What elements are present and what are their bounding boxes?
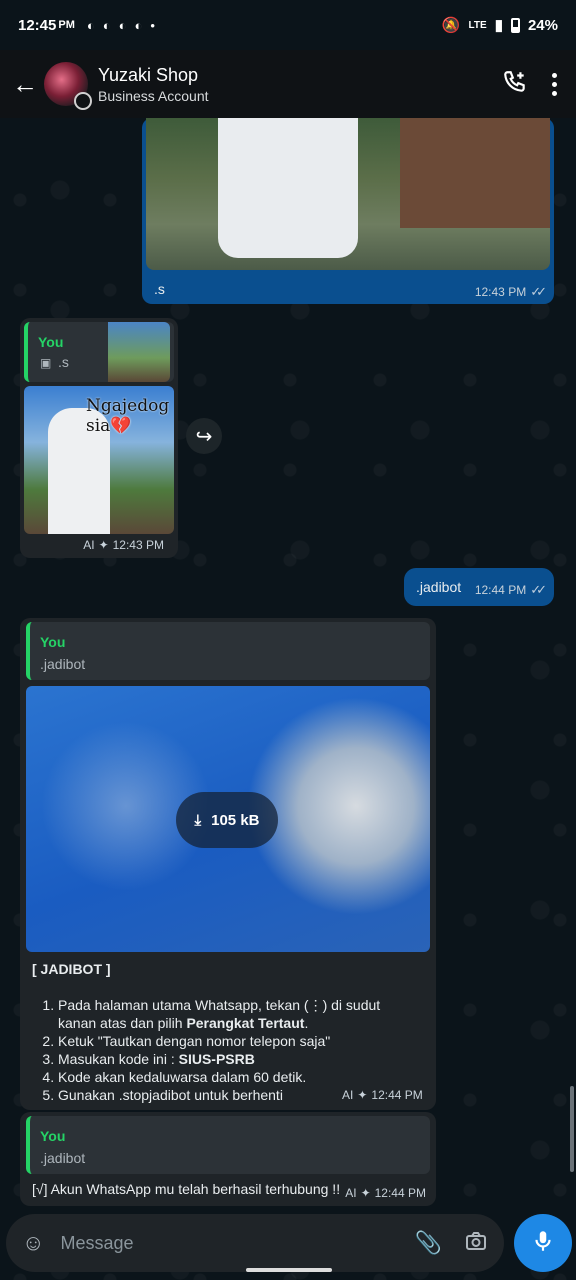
quote-text: .jadibot [40,656,86,672]
contact-info[interactable]: Yuzaki Shop Business Account [98,65,209,104]
message-bubble-incoming[interactable]: You .jadibot [√] Akun WhatsApp mu telah … [20,1112,436,1206]
status-bar: 12:45 PM ◐ ◐ ◐ ◐ • 🔕 LTE ▮ 24% [0,0,576,50]
step-text: Kode akan kedaluwarsa dalam 60 detik. [58,1069,307,1085]
step-text: Gunakan .stopjadibot untuk berhenti [58,1087,283,1103]
status-time: 12:45 [18,16,57,34]
ai-sparkle-icon: ✦ [357,1088,368,1102]
read-ticks-icon: ✓✓ [530,284,547,299]
message-bubble-incoming[interactable]: You ▣ .s Ngajedog sia💔 AI ✦ 12:43 PM [20,318,178,558]
step-text: . [304,1015,309,1031]
sticker-icon[interactable]: ☺ [22,1230,44,1256]
forward-icon[interactable]: ↪ [186,418,222,454]
quote-author: You [38,334,64,350]
network-label: LTE [468,19,487,31]
message-text: [√] Akun WhatsApp mu telah berhasil terh… [32,1181,341,1197]
download-button[interactable]: ⤓ 105 kB [176,792,278,848]
ai-label: AI [83,538,95,552]
instruction-step: Ketuk "Tautkan dengan nomor telepon saja… [58,1032,418,1050]
attach-icon[interactable]: 📎 [415,1230,442,1256]
message-time: 12:44 PM [371,1088,423,1102]
step-text: Ketuk "Tautkan dengan nomor telepon saja… [58,1033,331,1049]
home-indicator [246,1268,332,1272]
ai-sparkle-icon: ✦ [98,538,109,552]
discord-icon: ◐ [86,17,95,33]
message-text: .jadibot [416,579,462,595]
discord-icon: ◐ [118,17,127,33]
message-input[interactable]: Message [60,1233,414,1254]
message-image[interactable]: Ngajedog sia💔 [24,386,174,534]
download-icon: ⤓ [194,811,202,829]
step-bold-text: SIUS-PSRB [178,1051,255,1067]
camera-icon[interactable] [464,1229,488,1258]
image-overlay-text: Ngajedog sia💔 [86,396,170,436]
quote-author: You [40,1128,66,1144]
download-size: 105 kB [211,811,260,829]
avatar[interactable] [44,62,92,110]
step-bold-text: Perangkat Tertaut [186,1015,305,1031]
more-options-icon[interactable] [552,72,558,96]
signal-icon: ▮ [494,17,503,34]
quote-thumbnail [108,322,170,382]
ai-label: AI [345,1186,357,1200]
quote-text: .s [58,354,69,370]
quoted-message[interactable]: You ▣ .s [24,322,174,382]
step-text: Masukan kode ini : [58,1051,179,1067]
status-badge [74,92,92,110]
message-bubble-outgoing[interactable]: .jadibot 12:44 PM ✓✓ [404,568,554,606]
back-arrow-icon[interactable]: ← [12,69,38,100]
image-person [218,118,358,258]
image-caption: .s [154,281,165,297]
contact-name: Yuzaki Shop [98,64,199,85]
instruction-step: Pada halaman utama Whatsapp, tekan (⋮) d… [58,996,418,1032]
mute-icon: 🔕 [441,17,461,34]
chat-header: ← Yuzaki Shop Business Account [0,50,576,118]
quote-author: You [40,634,66,650]
discord-icon: ◐ [102,17,111,33]
microphone-icon [530,1228,556,1259]
add-call-icon[interactable] [502,69,528,100]
ai-label: AI [342,1088,354,1102]
mic-button[interactable] [514,1214,572,1272]
status-ampm: PM [58,19,75,31]
quote-text: .jadibot [40,1150,86,1166]
message-title: [ JADIBOT ] [32,961,111,977]
message-time: 12:44 PM [474,583,527,597]
message-time: 12:43 PM [474,285,527,299]
battery-percent: 24% [527,16,558,34]
image-house [400,118,550,228]
message-bubble-outgoing[interactable]: .s 12:43 PM ✓✓ [142,118,554,304]
ai-sparkle-icon: ✦ [360,1186,371,1200]
instruction-step: Masukan kode ini : SIUS-PSRB [58,1050,418,1068]
quoted-message[interactable]: You .jadibot [26,1116,430,1174]
discord-icon: ◐ [134,17,143,33]
contact-subtitle: Business Account [98,87,209,104]
scrollbar[interactable] [570,1086,574,1172]
notification-icons: ◐ ◐ ◐ ◐ • [87,18,155,33]
battery-icon [510,17,520,33]
message-time: 12:44 PM [374,1186,426,1200]
message-composer[interactable]: ☺ Message 📎 [6,1214,504,1272]
read-ticks-icon: ✓✓ [530,582,547,597]
message-image[interactable] [146,118,550,270]
dot-icon: • [150,17,155,33]
image-icon: ▣ [40,356,52,370]
message-time: 12:43 PM [112,538,164,552]
quoted-message[interactable]: You .jadibot [26,622,430,680]
instruction-step: Kode akan kedaluwarsa dalam 60 detik. [58,1068,418,1086]
